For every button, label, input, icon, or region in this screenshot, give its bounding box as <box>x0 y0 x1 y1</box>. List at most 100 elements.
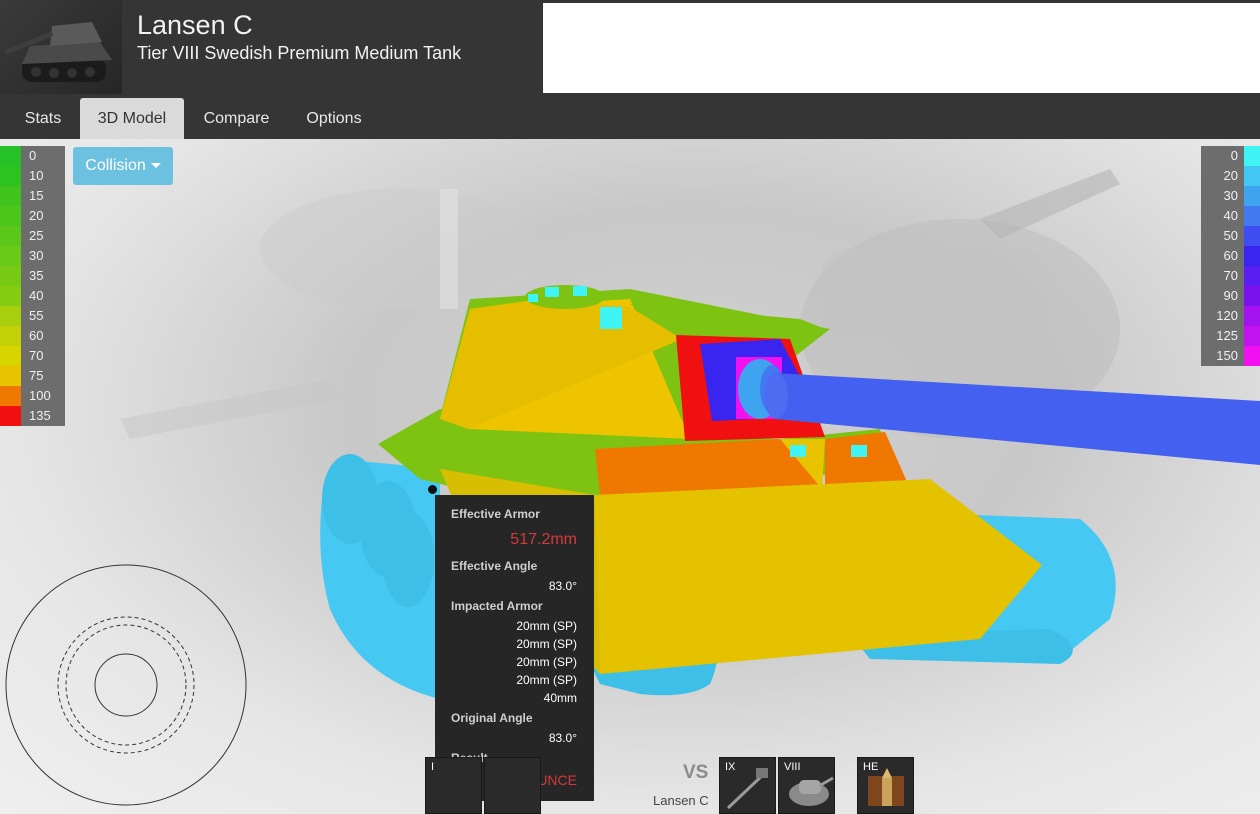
legend-label: 90 <box>1223 288 1238 303</box>
armor-legend-hull: 0 10 15 20 25 30 35 40 55 60 70 75 100 135 <box>0 146 65 426</box>
legend-swatch <box>1244 226 1260 246</box>
legend-label: 15 <box>29 188 44 203</box>
legend-label: 125 <box>1216 328 1238 343</box>
legend-label: 75 <box>29 368 44 383</box>
legend-label: 35 <box>29 268 44 283</box>
tab-compare[interactable]: Compare <box>191 98 282 139</box>
player-gun-slot[interactable]: I <box>425 757 482 814</box>
effective-armor-label: Effective Armor <box>451 507 540 521</box>
impacted-armor-value: 20mm (SP) <box>516 673 577 687</box>
legend-label: 70 <box>29 348 44 363</box>
legend-swatch <box>1244 166 1260 186</box>
impacted-armor-value: 20mm (SP) <box>516 637 577 651</box>
legend-label: 20 <box>29 208 44 223</box>
slot-tier-label: IX <box>725 761 736 773</box>
legend-swatch <box>0 166 21 186</box>
legend-label: 120 <box>1216 308 1238 323</box>
legend-label: 135 <box>29 408 51 423</box>
legend-swatch <box>1244 286 1260 306</box>
aim-reticle-circles <box>5 564 247 806</box>
legend-label: 40 <box>29 288 44 303</box>
legend-row: 20 <box>1201 166 1260 186</box>
legend-swatch <box>0 326 21 346</box>
aim-point-marker <box>428 485 437 494</box>
legend-row: 35 <box>0 266 65 286</box>
legend-row: 15 <box>0 186 65 206</box>
legend-row: 40 <box>1201 206 1260 226</box>
tank-thumbnail-image <box>0 0 122 94</box>
legend-row: 10 <box>0 166 65 186</box>
tab-3d-model[interactable]: 3D Model <box>80 98 184 139</box>
legend-swatch <box>0 406 21 426</box>
tank-subtitle: Tier VIII Swedish Premium Medium Tank <box>137 43 462 63</box>
legend-label: 70 <box>1223 268 1238 283</box>
legend-label: 0 <box>1230 148 1238 163</box>
legend-swatch <box>0 346 21 366</box>
legend-swatch <box>0 186 21 206</box>
legend-row: 30 <box>0 246 65 266</box>
legend-swatch <box>0 226 21 246</box>
legend-swatch <box>0 366 21 386</box>
legend-label: 30 <box>29 248 44 263</box>
legend-swatch <box>0 306 21 326</box>
legend-row: 150 <box>1201 346 1260 366</box>
legend-row: 55 <box>0 306 65 326</box>
player-tank-name: Lansen C <box>653 793 709 808</box>
effective-angle-label: Effective Angle <box>451 559 538 573</box>
legend-row: 60 <box>1201 246 1260 266</box>
original-angle-label: Original Angle <box>451 711 533 725</box>
legend-row: 40 <box>0 286 65 306</box>
legend-swatch <box>0 386 21 406</box>
slot-tier-label: I <box>431 761 435 773</box>
legend-swatch <box>1244 326 1260 346</box>
legend-label: 25 <box>29 228 44 243</box>
tab-stats[interactable]: Stats <box>11 98 75 139</box>
effective-angle-value: 83.0° <box>548 579 577 593</box>
player-module-slot[interactable] <box>484 757 541 814</box>
legend-swatch <box>0 286 21 306</box>
legend-row: 30 <box>1201 186 1260 206</box>
legend-row: 120 <box>1201 306 1260 326</box>
legend-swatch <box>0 266 21 286</box>
original-angle-value: 83.0° <box>548 731 577 745</box>
ammo-he-slot[interactable]: HE <box>857 757 914 814</box>
legend-label: 60 <box>29 328 44 343</box>
legend-label: 0 <box>29 148 37 163</box>
legend-label: 150 <box>1216 348 1238 363</box>
legend-row: 125 <box>1201 326 1260 346</box>
legend-row: 70 <box>1201 266 1260 286</box>
impacted-armor-value: 20mm (SP) <box>516 655 577 669</box>
legend-swatch <box>1244 246 1260 266</box>
legend-row: 0 <box>1201 146 1260 166</box>
tab-options[interactable]: Options <box>292 98 376 139</box>
3d-model-viewport[interactable]: 0 10 15 20 25 30 35 40 55 60 70 75 100 135 0 20 30 40 50 6… <box>0 139 1260 814</box>
enemy-turret-slot[interactable]: VIII <box>778 757 835 814</box>
header-ad-area <box>543 3 1260 93</box>
legend-label: 30 <box>1223 188 1238 203</box>
collision-dropdown-button[interactable]: Collision <box>73 147 173 185</box>
effective-armor-value: 517.2mm <box>510 531 577 548</box>
vs-label: VS <box>683 762 709 783</box>
impacted-armor-label: Impacted Armor <box>451 599 543 613</box>
slot-tier-label: HE <box>863 761 879 773</box>
legend-swatch <box>1244 346 1260 366</box>
impacted-armor-value: 40mm <box>543 691 577 705</box>
tank-3d-render[interactable] <box>0 139 1260 814</box>
armor-info-tooltip: Effective Armor 517.2mm Effective Angle … <box>435 495 594 801</box>
legend-row: 60 <box>0 326 65 346</box>
app-header: Lansen C Tier VIII Swedish Premium Mediu… <box>0 0 1260 98</box>
legend-label: 10 <box>29 168 44 183</box>
legend-label: 50 <box>1223 228 1238 243</box>
slot-tier-label: VIII <box>784 761 801 773</box>
legend-swatch <box>0 246 21 266</box>
armor-legend-spaced: 0 20 30 40 50 60 70 90 120 125 150 <box>1201 146 1260 366</box>
legend-swatch <box>1244 306 1260 326</box>
legend-label: 55 <box>29 308 44 323</box>
legend-swatch <box>1244 186 1260 206</box>
tank-title: Lansen C <box>137 10 253 40</box>
legend-row: 75 <box>0 366 65 386</box>
legend-label: 100 <box>29 388 51 403</box>
legend-swatch <box>0 146 21 166</box>
legend-swatch <box>1244 266 1260 286</box>
enemy-gun-slot[interactable]: IX <box>719 757 776 814</box>
